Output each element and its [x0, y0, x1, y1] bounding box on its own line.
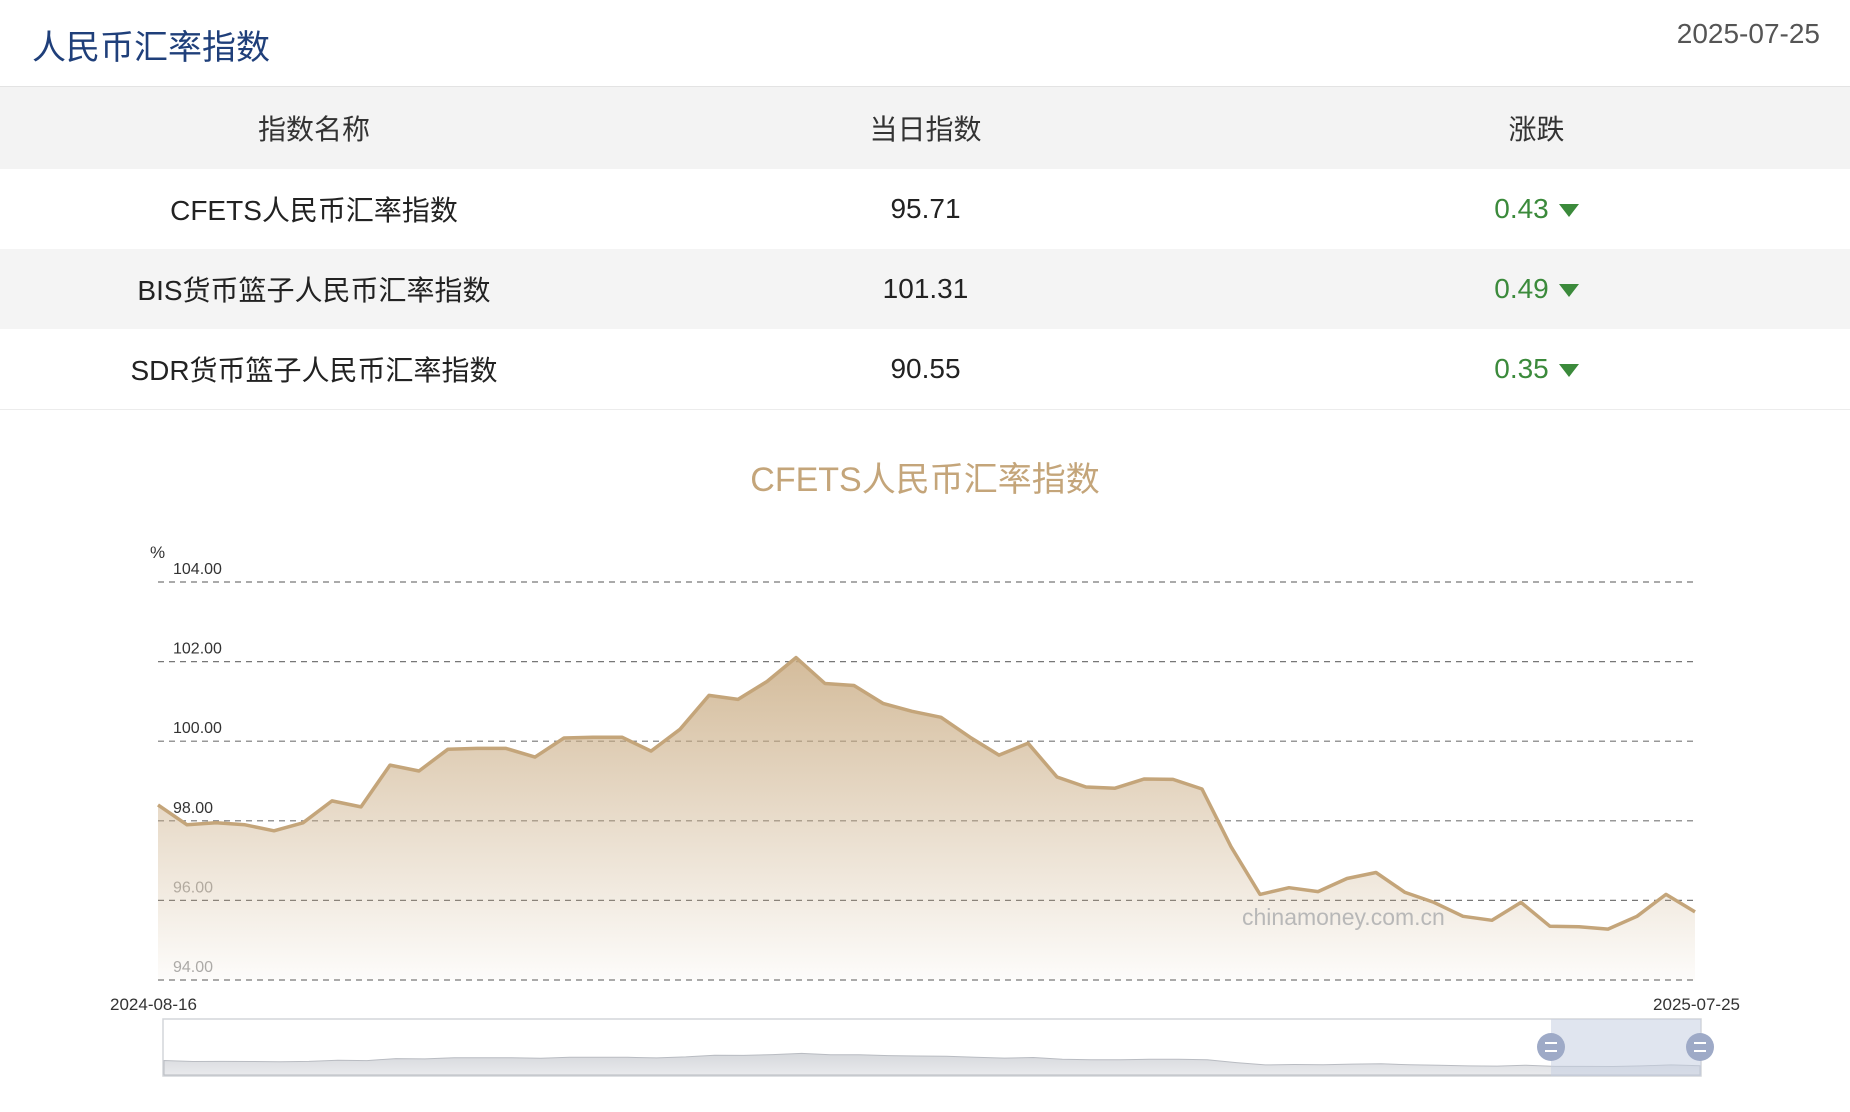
- chart-watermark: chinamoney.com.cn: [1242, 904, 1445, 930]
- y-tick-label: 102.00: [173, 641, 222, 658]
- index-chart: 104.00102.00100.0098.0096.0094.00 % chin…: [110, 543, 1740, 1077]
- y-unit-label: %: [150, 543, 165, 562]
- y-tick-label: 104.00: [173, 561, 222, 578]
- x-start-label: 2024-08-16: [110, 995, 197, 1014]
- slider-right-handle[interactable]: [1686, 1033, 1714, 1061]
- y-tick-label: 98.00: [173, 800, 213, 817]
- slider-left-handle[interactable]: [1537, 1033, 1565, 1061]
- y-tick-label: 100.00: [173, 720, 222, 737]
- chart-area-fill: [158, 657, 1695, 980]
- slider-selected-window[interactable]: [1551, 1019, 1701, 1076]
- range-slider[interactable]: [162, 1018, 1714, 1077]
- x-end-label: 2025-07-25: [1653, 995, 1740, 1014]
